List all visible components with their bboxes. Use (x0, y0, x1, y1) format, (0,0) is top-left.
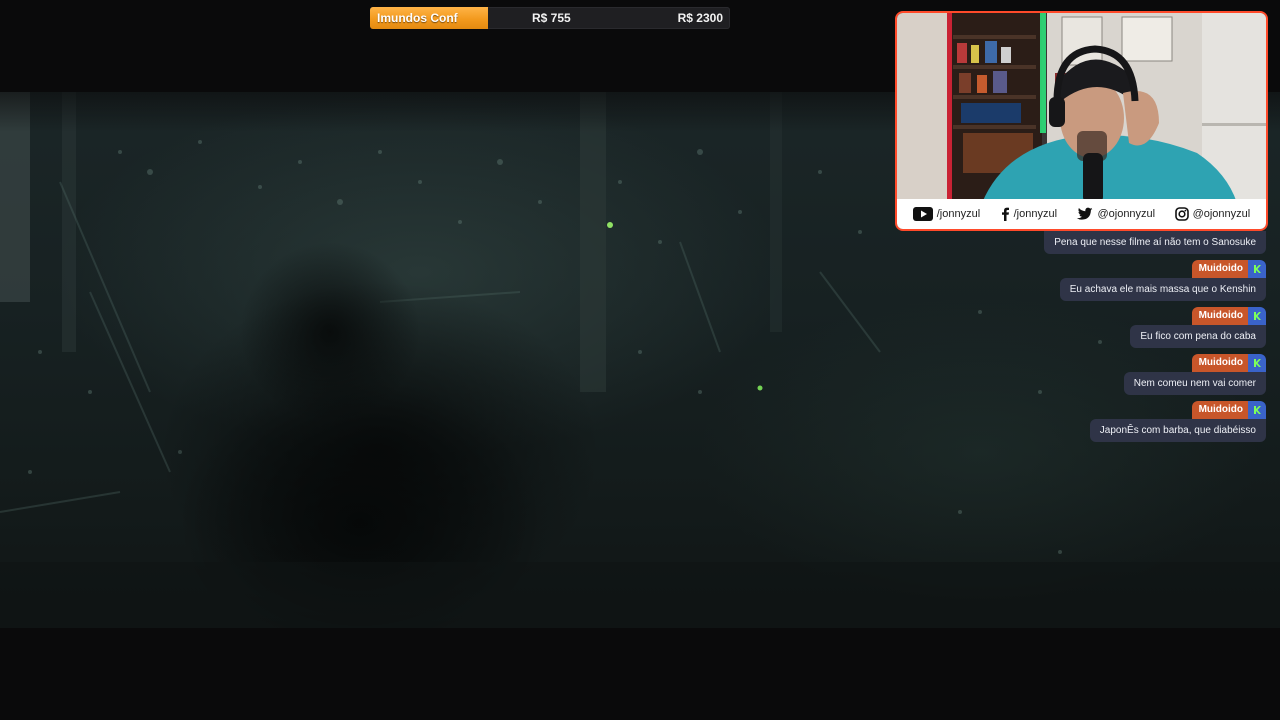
chat-message: Muidoido JaponÊs com barba, que diabéiss… (1089, 401, 1266, 442)
twitter-handle: @ojonnyzul (1097, 208, 1156, 220)
chat-message: Muidoido Eu achava ele mais massa que o … (1059, 260, 1266, 301)
chat-message: Pena que nesse filme aí não tem o Sanosu… (1044, 231, 1266, 254)
webcam-feed (897, 13, 1266, 203)
social-instagram: @ojonnyzul (1174, 207, 1251, 221)
subscriber-badge-icon (1248, 260, 1266, 278)
donation-goal-bar: Imundos Conf R$ 755 R$ 2300 (370, 7, 730, 29)
youtube-handle: /jonnyzul (936, 208, 981, 220)
subscriber-badge-icon (1248, 307, 1266, 325)
instagram-handle: @ojonnyzul (1192, 208, 1251, 220)
chat-message-text: Eu fico com pena do caba (1130, 325, 1266, 348)
chat-overlay: Pena que nesse filme aí não tem o Sanosu… (986, 231, 1266, 448)
social-youtube: /jonnyzul (912, 207, 981, 221)
goal-label: Imundos Conf (377, 11, 458, 25)
chat-message-text: Pena que nesse filme aí não tem o Sanosu… (1044, 231, 1266, 254)
chat-message-text: Eu achava ele mais massa que o Kenshin (1059, 278, 1266, 301)
facebook-icon (1001, 207, 1009, 221)
chat-message-text: JaponÊs com barba, que diabéisso (1089, 419, 1266, 442)
subscriber-badge-icon (1248, 401, 1266, 419)
goal-current-amount: R$ 755 (532, 11, 571, 25)
facebook-handle: /jonnyzul (1013, 208, 1058, 220)
subscriber-badge-icon (1248, 354, 1266, 372)
chat-message: Muidoido Nem comeu nem vai comer (1123, 354, 1266, 395)
chat-username: Muidoido (1191, 401, 1248, 419)
chat-message: Muidoido Eu fico com pena do caba (1130, 307, 1266, 348)
social-links-bar: /jonnyzul /jonnyzul @ojonnyzul @ojonnyzu… (897, 199, 1266, 229)
chat-username: Muidoido (1191, 354, 1248, 372)
chat-message-text: Nem comeu nem vai comer (1123, 372, 1266, 395)
social-twitter: @ojonnyzul (1076, 207, 1155, 221)
instagram-icon (1174, 207, 1189, 221)
chat-username: Muidoido (1191, 307, 1248, 325)
youtube-icon (912, 207, 933, 221)
goal-target-amount: R$ 2300 (677, 11, 723, 25)
stream-overlay: Imundos Conf R$ 755 R$ 2300 /jonnyzul /j… (0, 0, 1280, 720)
webcam-frame: /jonnyzul /jonnyzul @ojonnyzul @ojonnyzu… (895, 11, 1268, 231)
chat-username: Muidoido (1191, 260, 1248, 278)
twitter-icon (1077, 207, 1093, 220)
social-facebook: /jonnyzul (1000, 207, 1057, 221)
